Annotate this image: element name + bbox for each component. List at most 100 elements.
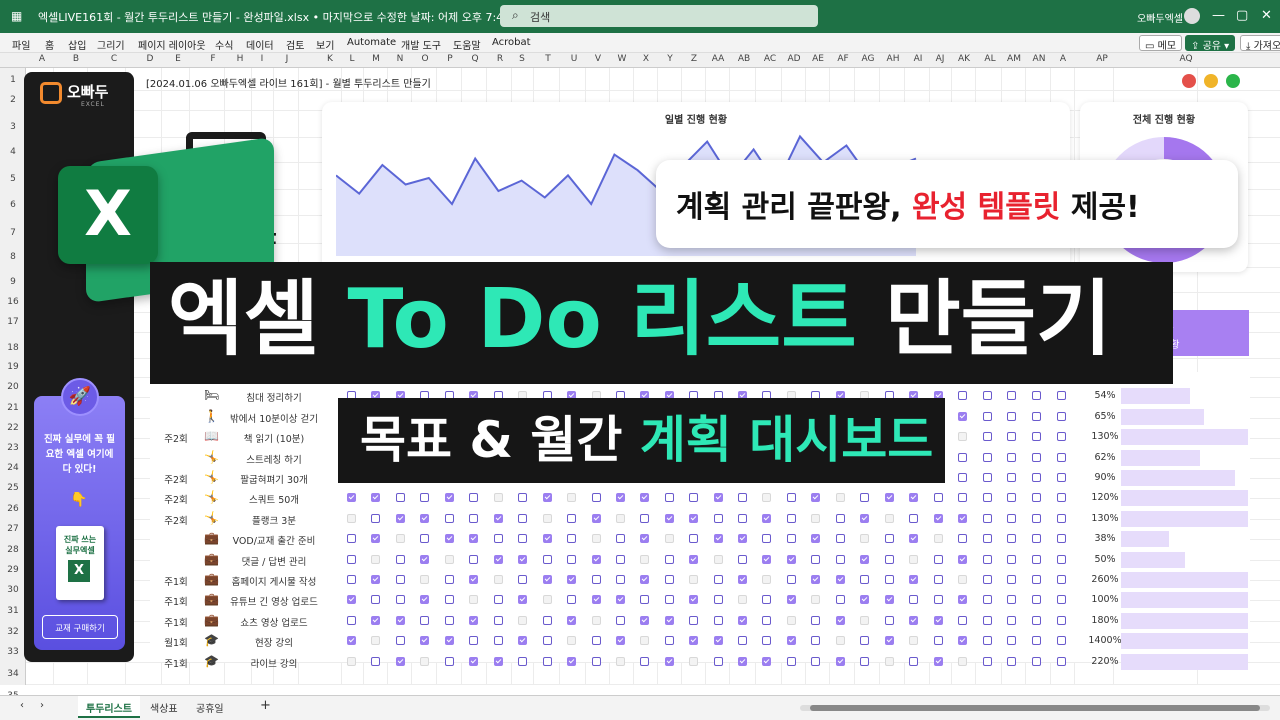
- row-label[interactable]: 6: [0, 200, 26, 210]
- column-label[interactable]: AI: [908, 54, 928, 64]
- memo-button[interactable]: ▭ 메모: [1139, 35, 1183, 52]
- column-label[interactable]: AP: [1092, 54, 1112, 64]
- minimize-icon[interactable]: —: [1212, 8, 1225, 23]
- day-checkbox[interactable]: [567, 595, 576, 605]
- day-checkbox[interactable]: [494, 513, 503, 523]
- day-checkbox[interactable]: [592, 554, 601, 564]
- day-checkbox[interactable]: [1032, 656, 1041, 666]
- column-label[interactable]: N: [390, 54, 410, 64]
- day-checkbox[interactable]: [396, 656, 405, 666]
- day-checkbox[interactable]: [518, 656, 527, 666]
- day-checkbox[interactable]: [836, 513, 845, 523]
- day-checkbox[interactable]: [762, 554, 771, 564]
- day-checkbox[interactable]: [909, 615, 918, 625]
- day-checkbox[interactable]: [518, 615, 527, 625]
- column-label[interactable]: AG: [858, 54, 878, 64]
- column-label[interactable]: AD: [784, 54, 804, 64]
- day-checkbox[interactable]: [860, 656, 869, 666]
- sheet-tab-holidays[interactable]: 공휴일: [196, 700, 224, 715]
- day-checkbox[interactable]: [445, 493, 454, 503]
- day-checkbox[interactable]: [1057, 636, 1066, 646]
- day-checkbox[interactable]: [787, 656, 796, 666]
- row-label[interactable]: 7: [0, 228, 26, 238]
- add-sheet-icon[interactable]: +: [260, 698, 271, 713]
- day-checkbox[interactable]: [371, 575, 380, 584]
- day-checkbox[interactable]: [616, 656, 625, 666]
- column-label[interactable]: AK: [954, 54, 974, 64]
- day-checkbox[interactable]: [640, 513, 649, 523]
- day-checkbox[interactable]: [885, 595, 894, 605]
- day-checkbox[interactable]: [762, 513, 771, 523]
- column-label[interactable]: J: [277, 54, 297, 64]
- column-label[interactable]: X: [636, 54, 656, 64]
- day-checkbox[interactable]: [396, 595, 405, 605]
- day-checkbox[interactable]: [616, 595, 625, 605]
- row-label[interactable]: 22: [0, 423, 26, 433]
- day-checkbox[interactable]: [787, 554, 796, 564]
- day-checkbox[interactable]: [1007, 432, 1016, 442]
- day-checkbox[interactable]: [958, 513, 967, 523]
- day-checkbox[interactable]: [885, 513, 894, 523]
- day-checkbox[interactable]: [762, 534, 771, 544]
- window-title[interactable]: 엑셀LIVE161회 - 월간 투두리스트 만들기 - 완성파일.xlsx • …: [38, 9, 523, 25]
- day-checkbox[interactable]: [1032, 636, 1041, 646]
- day-checkbox[interactable]: [811, 636, 820, 646]
- row-label[interactable]: 25: [0, 483, 26, 493]
- column-label[interactable]: AE: [808, 54, 828, 64]
- day-checkbox[interactable]: [347, 636, 356, 646]
- user-name[interactable]: 오빠두엑셀: [1137, 10, 1183, 25]
- day-checkbox[interactable]: [1057, 411, 1066, 421]
- prev-sheet-icon[interactable]: ‹: [20, 700, 24, 711]
- day-checkbox[interactable]: [983, 534, 992, 544]
- row-label[interactable]: 20: [0, 382, 26, 392]
- day-checkbox[interactable]: [469, 554, 478, 564]
- day-checkbox[interactable]: [1057, 656, 1066, 666]
- day-checkbox[interactable]: [494, 575, 503, 584]
- row-label[interactable]: 28: [0, 545, 26, 555]
- day-checkbox[interactable]: [396, 513, 405, 523]
- column-label[interactable]: Q: [465, 54, 485, 64]
- day-checkbox[interactable]: [836, 636, 845, 646]
- day-checkbox[interactable]: [934, 554, 943, 564]
- day-checkbox[interactable]: [469, 615, 478, 625]
- day-checkbox[interactable]: [592, 575, 601, 584]
- day-checkbox[interactable]: [934, 615, 943, 625]
- day-checkbox[interactable]: [567, 554, 576, 564]
- column-label[interactable]: B: [66, 54, 86, 64]
- column-label[interactable]: W: [612, 54, 632, 64]
- day-checkbox[interactable]: [909, 575, 918, 584]
- tab-file[interactable]: 파일: [12, 37, 30, 52]
- day-checkbox[interactable]: [592, 513, 601, 523]
- day-checkbox[interactable]: [811, 656, 820, 666]
- day-checkbox[interactable]: [420, 493, 429, 503]
- day-checkbox[interactable]: [1057, 391, 1066, 401]
- day-checkbox[interactable]: [689, 575, 698, 584]
- row-label[interactable]: 5: [0, 174, 26, 184]
- day-checkbox[interactable]: [1032, 452, 1041, 462]
- tab-home[interactable]: 홈: [45, 37, 54, 52]
- day-checkbox[interactable]: [983, 452, 992, 462]
- avatar[interactable]: [1184, 8, 1200, 24]
- horizontal-scrollbar[interactable]: [800, 705, 1270, 711]
- day-checkbox[interactable]: [689, 493, 698, 503]
- column-label[interactable]: K: [320, 54, 340, 64]
- day-checkbox[interactable]: [1007, 615, 1016, 625]
- day-checkbox[interactable]: [811, 554, 820, 564]
- day-checkbox[interactable]: [958, 554, 967, 564]
- day-checkbox[interactable]: [640, 554, 649, 564]
- day-checkbox[interactable]: [518, 513, 527, 523]
- day-checkbox[interactable]: [469, 656, 478, 666]
- row-label[interactable]: 26: [0, 504, 26, 514]
- day-checkbox[interactable]: [983, 473, 992, 482]
- day-checkbox[interactable]: [494, 656, 503, 666]
- day-checkbox[interactable]: [347, 554, 356, 564]
- column-label[interactable]: AC: [760, 54, 780, 64]
- day-checkbox[interactable]: [1007, 656, 1016, 666]
- day-checkbox[interactable]: [934, 595, 943, 605]
- day-checkbox[interactable]: [983, 595, 992, 605]
- day-checkbox[interactable]: [738, 513, 747, 523]
- day-checkbox[interactable]: [445, 615, 454, 625]
- day-checkbox[interactable]: [518, 575, 527, 584]
- day-checkbox[interactable]: [640, 595, 649, 605]
- day-checkbox[interactable]: [445, 575, 454, 584]
